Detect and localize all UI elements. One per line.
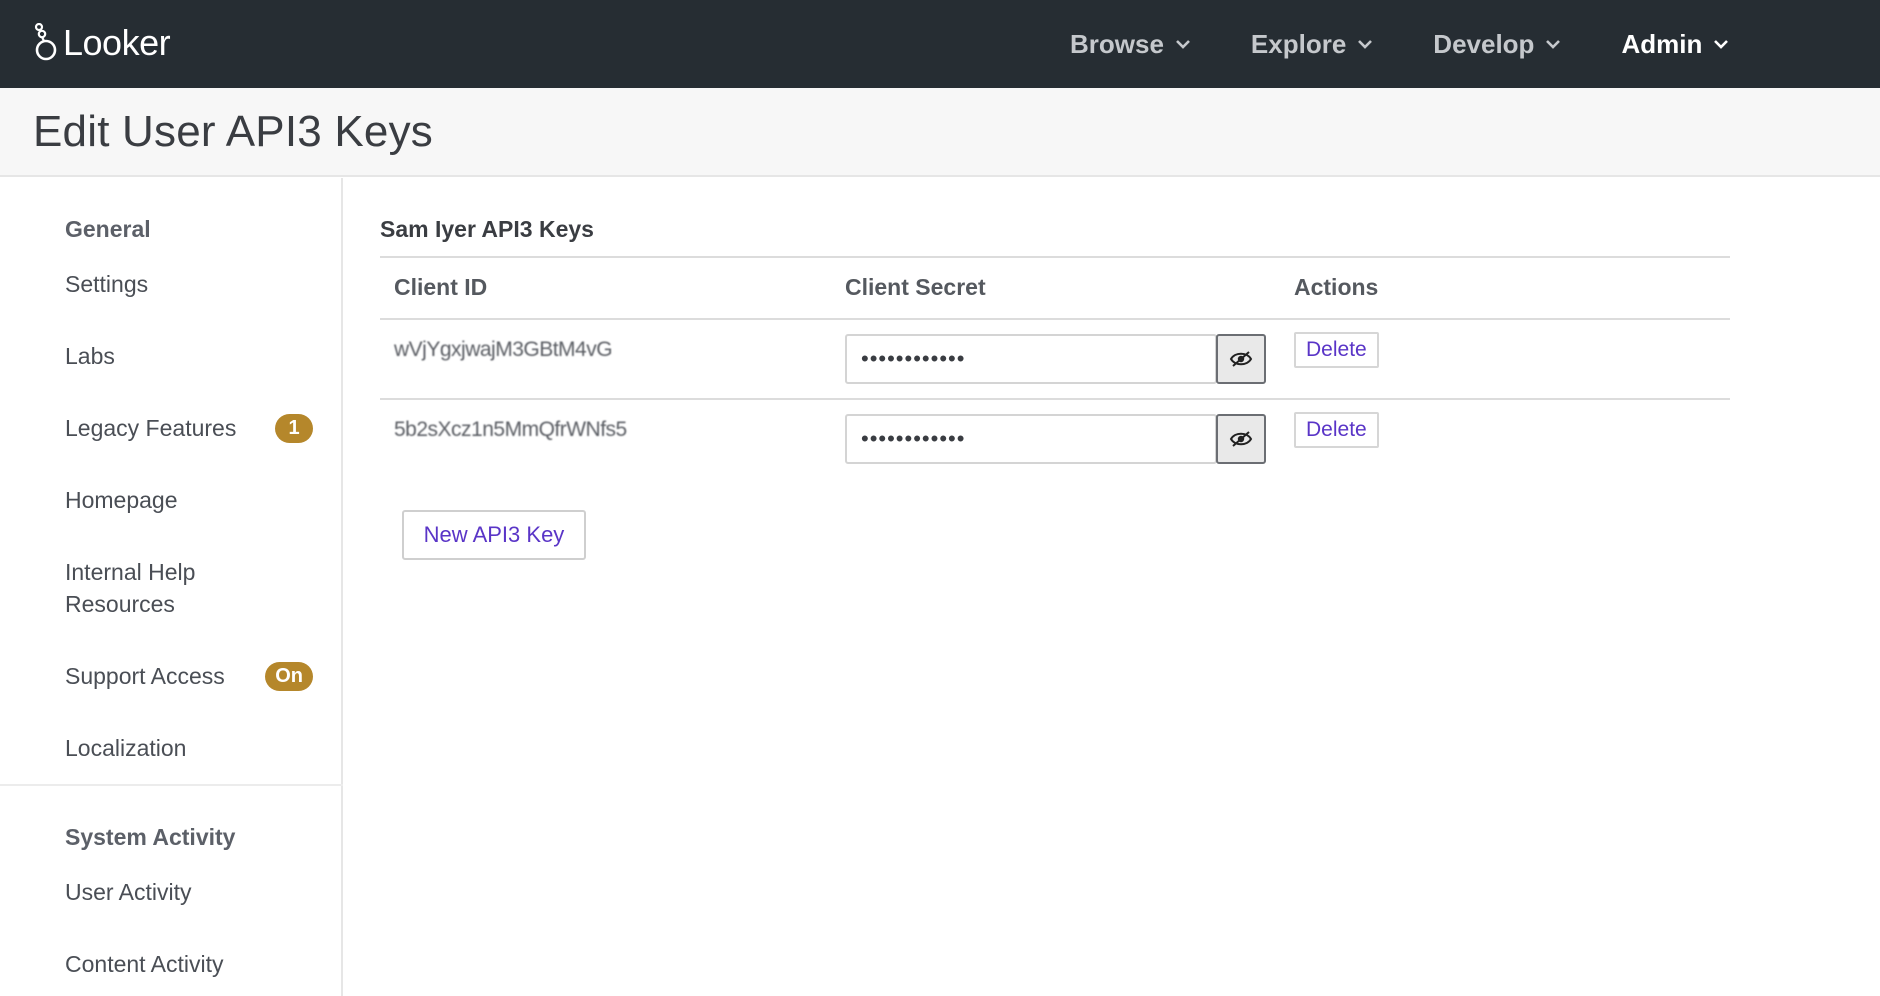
api-keys-section-title: Sam Iyer API3 Keys <box>380 216 594 242</box>
table-top-rule <box>380 256 1730 258</box>
page-header: Edit User API3 Keys <box>0 88 1880 177</box>
admin-sidebar: General Settings Labs Legacy Features 1 … <box>0 178 343 996</box>
sidebar-item-user-activity[interactable]: User Activity <box>65 876 325 908</box>
status-badge: On <box>265 662 313 691</box>
sidebar-item-label: Labs <box>65 343 115 369</box>
sidebar-item-label: Settings <box>65 271 149 297</box>
sidebar-item-label: User Activity <box>65 879 192 905</box>
nav-browse[interactable]: Browse <box>1070 29 1192 60</box>
main-nav: Browse Explore Develop Admin <box>1070 0 1789 88</box>
looker-logo[interactable]: Looker <box>34 22 171 64</box>
sidebar-item-homepage[interactable]: Homepage <box>65 484 325 516</box>
chevron-down-icon <box>1714 40 1729 49</box>
page-title: Edit User API3 Keys <box>33 107 433 156</box>
new-api-key-button[interactable]: New API3 Key <box>402 510 586 560</box>
sidebar-item-internal-help-resources[interactable]: Internal Help Resources <box>65 556 265 620</box>
sidebar-item-legacy-features[interactable]: Legacy Features 1 <box>65 412 325 444</box>
sidebar-item-label: Content Activity <box>65 951 224 977</box>
sidebar-item-localization[interactable]: Localization <box>65 732 325 764</box>
sidebar-item-label: Internal Help Resources <box>65 559 196 617</box>
delete-key-button[interactable]: Delete <box>1294 412 1379 448</box>
nav-develop-label: Develop <box>1433 28 1535 59</box>
nav-explore-label: Explore <box>1250 28 1347 59</box>
top-nav-bar: Looker Browse Explore Develop Admin <box>0 0 1880 88</box>
sidebar-item-settings[interactable]: Settings <box>65 268 325 300</box>
reveal-secret-button[interactable] <box>1216 334 1266 384</box>
column-header-client-id: Client ID <box>394 274 488 300</box>
main-content: Sam Iyer API3 Keys Client ID Client Secr… <box>345 178 1880 996</box>
sidebar-item-label: Legacy Features <box>65 415 237 441</box>
sidebar-section-general: General <box>65 216 151 242</box>
looker-logo-icon <box>34 23 57 61</box>
delete-key-button[interactable]: Delete <box>1294 332 1379 368</box>
sidebar-item-labs[interactable]: Labs <box>65 340 325 372</box>
nav-admin[interactable]: Admin <box>1621 29 1730 60</box>
eye-slash-icon <box>1229 431 1253 447</box>
client-id-value: 5b2sXcz1n5MmQfrWNfs5 <box>394 418 627 441</box>
sidebar-item-content-activity[interactable]: Content Activity <box>65 948 325 980</box>
sidebar-section-system-activity: System Activity <box>65 824 236 850</box>
column-header-client-secret: Client Secret <box>845 274 986 300</box>
table-header-rule <box>380 318 1730 320</box>
chevron-down-icon <box>1546 40 1561 49</box>
sidebar-divider <box>0 784 343 786</box>
sidebar-item-label: Localization <box>65 735 187 761</box>
sidebar-item-label: Homepage <box>65 487 178 513</box>
sidebar-item-label: Support Access <box>65 663 225 689</box>
brand-name: Looker <box>63 22 171 63</box>
client-secret-field[interactable] <box>845 414 1217 464</box>
sidebar-item-support-access[interactable]: Support Access On <box>65 660 325 692</box>
chevron-down-icon <box>1176 40 1190 49</box>
column-header-actions: Actions <box>1294 274 1379 300</box>
nav-develop[interactable]: Develop <box>1433 29 1562 60</box>
count-badge: 1 <box>275 414 313 443</box>
reveal-secret-button[interactable] <box>1216 414 1266 464</box>
nav-admin-label: Admin <box>1621 28 1703 59</box>
table-row-rule <box>380 398 1730 400</box>
nav-browse-label: Browse <box>1070 28 1164 59</box>
nav-explore[interactable]: Explore <box>1251 29 1374 60</box>
client-secret-field[interactable] <box>845 334 1217 384</box>
client-id-value: wVjYgxjwajM3GBtM4vG <box>394 338 613 361</box>
eye-slash-icon <box>1229 351 1253 367</box>
chevron-down-icon <box>1358 40 1373 49</box>
